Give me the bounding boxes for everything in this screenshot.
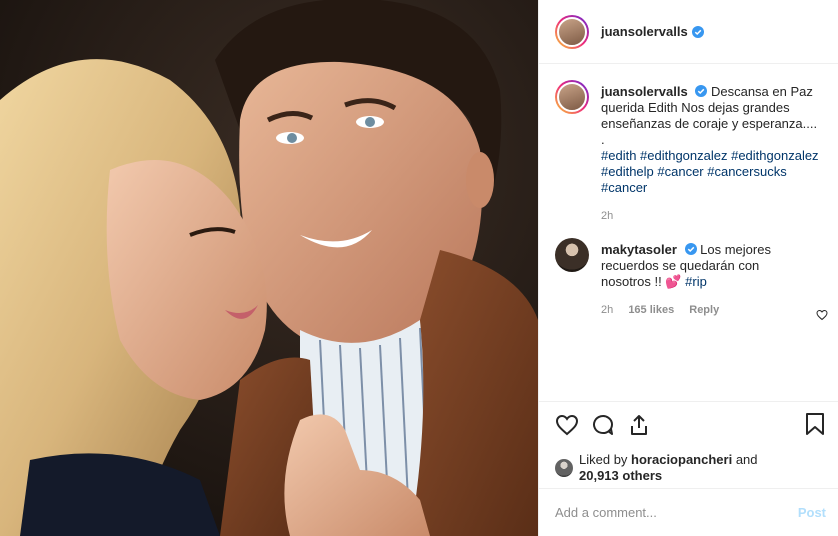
reply-likes[interactable]: 165 likes xyxy=(628,304,674,316)
post-header: juansolervalls xyxy=(539,0,838,64)
add-comment-bar: Post xyxy=(539,488,838,536)
verified-icon xyxy=(684,243,697,255)
post-button[interactable]: Post xyxy=(798,505,826,520)
likes-count[interactable]: 20,913 others xyxy=(579,468,662,483)
likes-prefix: Liked by xyxy=(579,452,628,467)
caption-time: 2h xyxy=(601,210,614,222)
comment-input[interactable] xyxy=(555,505,798,520)
likes-summary: Liked by horaciopancheri and 20,913 othe… xyxy=(539,448,838,488)
comments-section: juansolervalls Descansa en Paz querida E… xyxy=(539,64,838,401)
instagram-post: juansolervalls juansolervalls Descansa e… xyxy=(0,0,838,536)
likes-and: and xyxy=(735,452,758,467)
post-side-panel: juansolervalls juansolervalls Descansa e… xyxy=(538,0,838,536)
comment-icon[interactable] xyxy=(591,413,615,437)
verified-icon xyxy=(695,85,708,97)
author-avatar[interactable] xyxy=(555,14,589,49)
caption-username[interactable]: juansolervalls xyxy=(601,84,688,99)
reply-comment: makytasoler Los mejores recuerdos se que… xyxy=(555,238,822,318)
caption-dot: . xyxy=(601,132,605,147)
heart-icon[interactable] xyxy=(555,413,579,437)
caption-avatar[interactable] xyxy=(555,80,589,114)
post-photo[interactable] xyxy=(0,0,538,536)
liker-username[interactable]: horaciopancheri xyxy=(631,452,732,467)
author-username[interactable]: juansolervalls xyxy=(601,24,688,39)
verified-icon xyxy=(691,25,704,38)
reply-button[interactable]: Reply xyxy=(689,304,719,316)
share-icon[interactable] xyxy=(627,413,651,437)
reply-time: 2h xyxy=(601,304,614,316)
reply-username[interactable]: makytasoler xyxy=(601,242,677,257)
reply-emoji: 💕 xyxy=(665,274,682,289)
bookmark-icon[interactable] xyxy=(804,412,826,436)
action-bar xyxy=(539,402,838,448)
liker-avatar[interactable] xyxy=(555,459,573,477)
reply-hashtag[interactable]: #rip xyxy=(685,274,707,289)
caption-hashtags[interactable]: #edith #edithgonzalez #edithgonzalez #ed… xyxy=(601,148,822,196)
reply-avatar[interactable] xyxy=(555,238,589,272)
photo-illustration xyxy=(0,0,538,536)
caption: juansolervalls Descansa en Paz querida E… xyxy=(555,80,822,224)
comment-like-heart-icon[interactable] xyxy=(816,309,828,321)
